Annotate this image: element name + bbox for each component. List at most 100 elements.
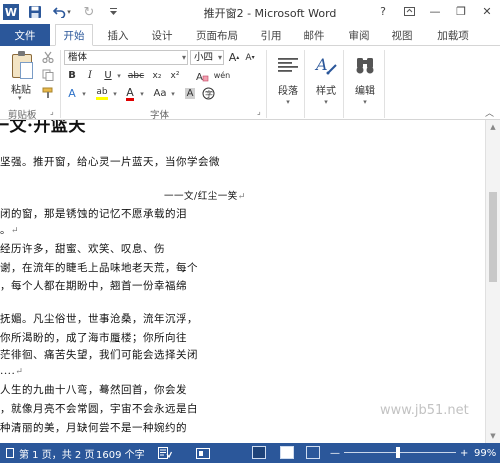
highlight-dropdown-icon[interactable]: ▾	[111, 86, 119, 101]
tab-view[interactable]: 视图	[383, 24, 421, 46]
character-shading-icon: A	[184, 88, 196, 99]
enclose-characters-icon: 字	[202, 87, 214, 100]
word-app-icon[interactable]: W	[2, 2, 20, 22]
paste-button[interactable]: 粘贴 ▾	[4, 48, 38, 104]
undo-button[interactable]: ▾	[50, 2, 74, 22]
highlighter-icon: ab	[96, 87, 108, 100]
page-indicator[interactable]: 第 1 页，共 2 页	[6, 443, 94, 463]
text-effects-dropdown-icon[interactable]: ▾	[80, 86, 88, 101]
superscript-button[interactable]: x²	[167, 68, 183, 83]
phonetic-guide-button[interactable]: wén	[212, 68, 232, 83]
font-color-button[interactable]: A	[122, 86, 138, 101]
ribbon-tabs: 文件 开始 插入 设计 页面布局 引用 邮件 审阅 视图 加载项	[0, 24, 500, 46]
styles-button[interactable]: A 样式 ▾	[306, 52, 346, 106]
web-layout-button[interactable]	[306, 446, 320, 459]
underline-button[interactable]: U	[100, 68, 116, 83]
help-button[interactable]: ?	[370, 0, 396, 22]
chevron-down-icon: ▾	[217, 53, 222, 62]
redo-button[interactable]: ↻	[80, 2, 98, 22]
undo-dropdown-icon[interactable]: ▾	[67, 8, 71, 16]
scroll-down-icon[interactable]: ▼	[486, 429, 500, 443]
font-launcher-icon[interactable]: ⌟	[257, 107, 261, 116]
zoom-slider-track[interactable]	[344, 452, 456, 453]
ribbon-display-options-button[interactable]	[396, 0, 422, 22]
tab-home[interactable]: 开始	[55, 24, 93, 46]
character-shading-button[interactable]: A	[182, 86, 198, 101]
tab-page-layout[interactable]: 页面布局	[186, 24, 248, 46]
paragraph-mark-icon: ↵	[11, 226, 20, 236]
collapse-ribbon-icon[interactable]: ︿	[485, 106, 494, 119]
styles-dropdown-icon: ▾	[324, 98, 328, 106]
save-button[interactable]	[26, 2, 44, 22]
close-button[interactable]: ✕	[474, 0, 500, 22]
zoom-slider-thumb[interactable]	[396, 447, 400, 458]
status-bar: 第 1 页，共 2 页 1609 个字 — + 99%	[0, 443, 500, 463]
document-line: 。↵	[0, 224, 20, 236]
paste-dropdown-icon: ▾	[18, 94, 22, 102]
document-line: 你所渴盼的，成了海市蜃楼；你所向往	[0, 332, 187, 344]
cut-button[interactable]	[40, 49, 56, 64]
document-line: 种清丽的美，月缺何尝不是一种婉约的	[0, 422, 187, 434]
clear-formatting-icon: A	[196, 72, 208, 82]
document-area[interactable]: 一文·开篮天 坚强。推开窗，给心灵一片蓝天，当你学会微 一一文/红尘一笑↵ 闭的…	[0, 120, 485, 443]
bold-button[interactable]: B	[64, 68, 80, 83]
save-icon	[29, 6, 41, 18]
proofing-status[interactable]	[158, 443, 172, 463]
underline-dropdown-icon[interactable]: ▾	[115, 68, 123, 83]
page-icon	[6, 448, 14, 458]
zoom-level[interactable]: 99%	[474, 443, 496, 463]
word-count[interactable]: 1609 个字	[96, 443, 145, 463]
proofing-icon	[158, 447, 172, 459]
print-layout-button[interactable]	[280, 446, 294, 459]
shrink-font-button[interactable]: A ▾	[242, 50, 258, 65]
zoom-out-button[interactable]: —	[330, 443, 340, 463]
tab-addins[interactable]: 加载项	[428, 24, 478, 46]
paragraph-label: 段落	[278, 86, 298, 97]
styles-label: 样式	[316, 86, 336, 97]
scroll-thumb[interactable]	[489, 192, 497, 282]
clear-formatting-button[interactable]: A	[194, 68, 210, 83]
clipboard-group-label: 剪贴板	[8, 110, 37, 121]
clipboard-launcher-icon[interactable]: ⌟	[50, 107, 54, 116]
zoom-in-button[interactable]: +	[460, 443, 468, 463]
editing-label: 编辑	[355, 86, 375, 97]
vertical-scrollbar[interactable]: ▲ ▼	[485, 120, 500, 443]
tab-references[interactable]: 引用	[253, 24, 289, 46]
font-color-icon: A	[126, 85, 134, 101]
title-bar: W ▾ ↻ 推开窗2 - Microsoft Word ? — ❐ ✕	[0, 0, 500, 24]
tab-review[interactable]: 审阅	[340, 24, 378, 46]
subscript-button[interactable]: x₂	[149, 68, 165, 83]
document-heading: 一文·开篮天	[0, 120, 86, 136]
change-case-button[interactable]: Aa	[150, 86, 170, 101]
scroll-up-icon[interactable]: ▲	[486, 120, 500, 134]
customize-icon	[109, 8, 117, 15]
tab-insert[interactable]: 插入	[98, 24, 138, 46]
highlight-button[interactable]: ab	[92, 86, 112, 101]
font-size-dropdown[interactable]: 小四 ▾	[190, 50, 224, 65]
font-name-dropdown[interactable]: 楷体 ▾	[64, 50, 188, 65]
ribbon-home: 粘贴 ▾ 剪贴板 ⌟ 楷体 ▾ 小四 ▾ A ▴ A ▾ B I U ▾ abc x₂ …	[0, 46, 500, 121]
restore-button[interactable]: ❐	[448, 0, 474, 22]
copy-button[interactable]	[40, 67, 56, 82]
font-color-dropdown-icon[interactable]: ▾	[138, 86, 146, 101]
tab-design[interactable]: 设计	[143, 24, 181, 46]
text-effects-button[interactable]: A	[64, 86, 80, 101]
tab-mailings[interactable]: 邮件	[294, 24, 334, 46]
italic-button[interactable]: I	[82, 68, 98, 83]
read-mode-button[interactable]	[252, 446, 266, 459]
document-line: 谢，在流年的睫毛上品味地老天荒，每个	[0, 262, 198, 274]
enclose-characters-button[interactable]: 字	[200, 86, 216, 101]
chevron-down-icon: ▾	[181, 53, 186, 62]
change-case-dropdown-icon[interactable]: ▾	[169, 86, 177, 101]
macro-recording[interactable]	[196, 443, 210, 463]
grow-font-button[interactable]: A ▴	[226, 50, 242, 65]
customize-qat-button[interactable]	[104, 2, 122, 22]
document-line: 坚强。推开窗，给心灵一片蓝天，当你学会微	[0, 156, 220, 168]
strikethrough-button[interactable]: abc	[126, 68, 146, 83]
format-painter-button[interactable]	[40, 85, 56, 100]
tab-file[interactable]: 文件	[0, 24, 50, 46]
minimize-button[interactable]: —	[422, 0, 448, 22]
binoculars-icon	[352, 52, 378, 78]
paragraph-button[interactable]: 段落 ▾	[268, 52, 308, 106]
editing-button[interactable]: 编辑 ▾	[345, 52, 385, 106]
